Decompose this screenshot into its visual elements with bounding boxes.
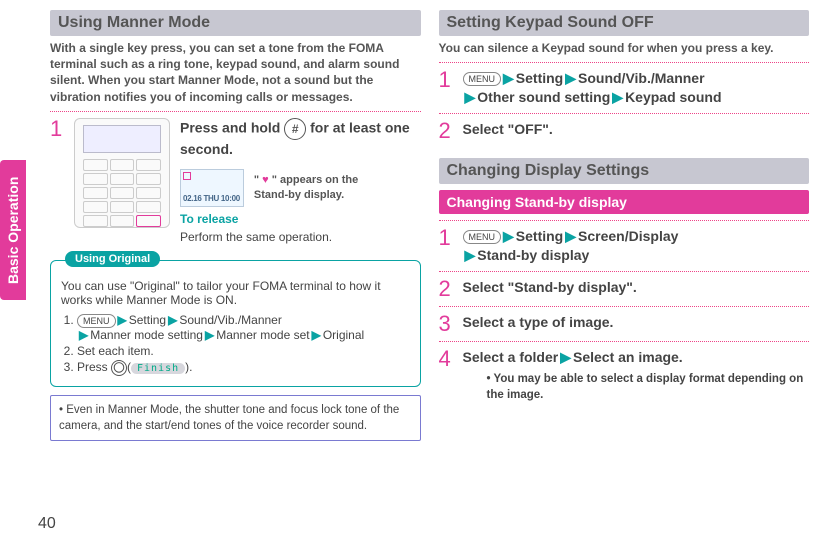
step-number: 4	[439, 348, 455, 403]
tip-intro: You can use "Original" to tailor your FO…	[61, 279, 410, 307]
arrow-icon: ▶	[563, 228, 578, 244]
step-body: MENU▶Setting▶Screen/Display ▶Stand-by di…	[463, 227, 810, 265]
path-manner-setting: Manner mode setting	[90, 328, 203, 342]
menu-chip: MENU	[463, 230, 502, 244]
columns: Using Manner Mode With a single key pres…	[50, 10, 809, 533]
arrow-icon: ▶	[203, 328, 216, 342]
standby-display-thumbnail	[180, 169, 244, 207]
divider	[439, 341, 810, 342]
step-body: Select a type of image.	[463, 313, 810, 335]
arrow-icon: ▶	[558, 349, 573, 365]
section-header-display-settings: Changing Display Settings	[439, 158, 810, 184]
divider	[439, 271, 810, 272]
standby-caption: " ♥ " appears on the Stand-by display.	[254, 173, 364, 203]
arrow-icon: ▶	[116, 313, 129, 327]
step-number: 3	[439, 313, 455, 335]
arrow-icon: ▶	[77, 328, 90, 342]
keypad-intro: You can silence a Keypad sound for when …	[439, 40, 810, 56]
path-setting: Setting	[129, 313, 166, 327]
divider	[439, 113, 810, 114]
section-header-manner-mode: Using Manner Mode	[50, 10, 421, 36]
step-number: 1	[439, 69, 455, 107]
phone-screen	[83, 125, 161, 153]
arrow-icon: ▶	[610, 89, 625, 105]
camera-key-icon: ◯	[111, 360, 127, 376]
tip-box-using-original: Using Original You can use "Original" to…	[50, 260, 421, 387]
step-body: MENU▶Setting▶Sound/Vib./Manner ▶Other so…	[463, 69, 810, 107]
step4-note: You may be able to select a display form…	[487, 371, 810, 403]
path-screen-display: Screen/Display	[578, 228, 678, 244]
page: Using Manner Mode With a single key pres…	[0, 0, 827, 543]
step-body: Select a folder▶Select an image. You may…	[463, 348, 810, 403]
step-1: 1 Press and hold # for	[50, 118, 421, 246]
step-number: 1	[439, 227, 455, 265]
section-header-keypad-sound: Setting Keypad Sound OFF	[439, 10, 810, 36]
step-number: 2	[439, 278, 455, 300]
arrow-icon: ▶	[501, 70, 516, 86]
step4-b: Select an image.	[573, 349, 683, 365]
finish-softkey: Finish	[131, 363, 185, 374]
step-body: Select "Stand-by display".	[463, 278, 810, 300]
path-sound: Sound/Vib./Manner	[179, 313, 282, 327]
step-number: 2	[439, 120, 455, 142]
display-step-3: 3 Select a type of image.	[439, 313, 810, 335]
menu-chip: MENU	[463, 72, 502, 86]
hash-key-icon: #	[284, 118, 306, 140]
arrow-icon: ▶	[463, 247, 478, 263]
step4-a: Select a folder	[463, 349, 559, 365]
path-standby-display: Stand-by display	[477, 247, 589, 263]
arrow-icon: ▶	[310, 328, 323, 342]
step-body: Select "OFF".	[463, 120, 810, 142]
step-body: Press and hold # for at least one second…	[74, 118, 421, 246]
note-box: Even in Manner Mode, the shutter tone an…	[50, 395, 421, 441]
step1-text-a: Press and hold	[180, 119, 284, 135]
tip-step-2: Set each item.	[77, 344, 410, 358]
highlighted-hash-key	[136, 215, 161, 227]
keypad-step-2: 2 Select "OFF".	[439, 120, 810, 142]
standby-caption-b: " appears on the Stand-by display.	[254, 174, 358, 201]
tip3-a: Press	[77, 360, 111, 374]
menu-chip: MENU	[77, 314, 116, 328]
path-other-sound: Other sound setting	[477, 89, 610, 105]
tip-step-1: MENU▶Setting▶Sound/Vib./Manner ▶Manner m…	[77, 313, 410, 342]
side-tab-basic-operation: Basic Operation	[0, 160, 26, 300]
note-text: Even in Manner Mode, the shutter tone an…	[59, 404, 399, 432]
divider	[439, 220, 810, 221]
path-setting: Setting	[516, 70, 563, 86]
tip-steps: MENU▶Setting▶Sound/Vib./Manner ▶Manner m…	[61, 313, 410, 376]
arrow-icon: ▶	[166, 313, 179, 327]
page-number: 40	[38, 515, 56, 533]
divider	[439, 306, 810, 307]
divider	[50, 111, 421, 112]
left-column: Using Manner Mode With a single key pres…	[50, 10, 421, 533]
path-sound: Sound/Vib./Manner	[578, 70, 705, 86]
tip-step-3: Press ◯(Finish).	[77, 360, 410, 376]
arrow-icon: ▶	[563, 70, 578, 86]
path-original: Original	[323, 328, 364, 342]
sub-header-standby-display: Changing Stand-by display	[439, 190, 810, 214]
path-keypad-sound: Keypad sound	[625, 89, 721, 105]
arrow-icon: ▶	[463, 89, 478, 105]
arrow-icon: ▶	[501, 228, 516, 244]
to-release-text: Perform the same operation.	[180, 230, 332, 244]
tip-tab-label: Using Original	[65, 251, 160, 267]
tip3-b: .	[189, 360, 192, 374]
intro-text: With a single key press, you can set a t…	[50, 40, 421, 105]
divider	[439, 62, 810, 63]
keypad-step-1: 1 MENU▶Setting▶Sound/Vib./Manner ▶Other …	[439, 69, 810, 107]
phone-illustration	[74, 118, 170, 228]
display-step-1: 1 MENU▶Setting▶Screen/Display ▶Stand-by …	[439, 227, 810, 265]
display-step-2: 2 Select "Stand-by display".	[439, 278, 810, 300]
standby-caption-a: "	[254, 174, 262, 186]
standby-marker-icon	[183, 172, 191, 180]
path-manner-set: Manner mode set	[216, 328, 309, 342]
step-number: 1	[50, 118, 66, 246]
display-step-4: 4 Select a folder▶Select an image. You m…	[439, 348, 810, 403]
right-column: Setting Keypad Sound OFF You can silence…	[439, 10, 810, 533]
phone-keypad	[83, 159, 161, 219]
path-setting: Setting	[516, 228, 563, 244]
